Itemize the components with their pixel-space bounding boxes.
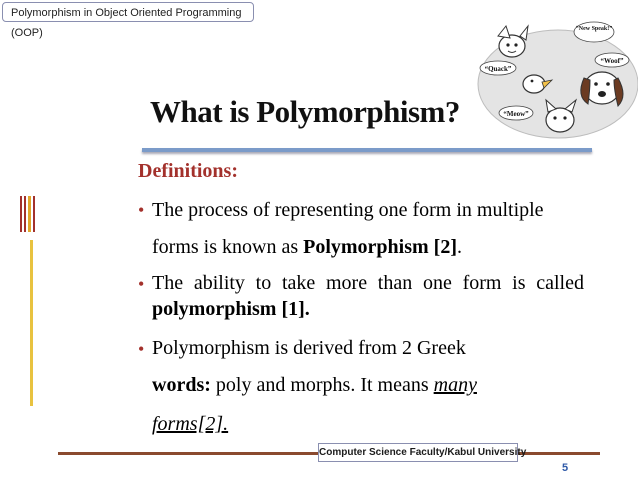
animals-cartoon-illustration: “New Speak!” “Woof” “Quack” “Meow” [477,21,638,139]
course-title-header: Polymorphism in Object Oriented Programm… [2,2,254,39]
affiliation-footer: Computer Science Faculty/Kabul Universit… [318,443,526,462]
bullet-1-line-1: The process of representing one form in … [152,199,544,221]
speech-meow: “Meow” [503,110,529,118]
definitions-heading: Definitions: [138,160,238,182]
bullet-3-marker: • [138,339,145,359]
bullet-2-line-1: The ability to take more than one form i… [152,272,584,294]
speech-quack: “Quack” [485,65,512,73]
bullet-1-line-2-text: forms is known as [152,236,304,258]
title-underline-rule [142,148,592,152]
bullet-2-marker: • [138,274,145,294]
affiliation-text: Computer Science Faculty/Kabul Universit… [319,447,527,458]
bullet-3-line-3: forms[2]. [152,413,229,435]
speech-new-speak: “New Speak!” [576,26,613,32]
bullet-1-marker: • [138,200,145,220]
bullet-3-words-label: words: [152,374,211,396]
page-number: 5 [562,462,569,474]
bullet-3-line-2-text: poly and morphs. It means [210,374,434,396]
slide-title: What is Polymorphism? [150,94,460,129]
bullet-3-line-1: Polymorphism is derived from 2 Greek [152,337,466,359]
bullet-3-many-emphasis: many [433,374,477,396]
bullet-2-line-2: polymorphism [1]. [152,298,310,321]
footer-rule-right [518,452,600,455]
speech-woof: “Woof” [601,57,624,65]
bullet-1-line-2: forms is known as Polymorphism [2]. [152,236,462,259]
bullet-2-term: polymorphism [1]. [152,298,310,320]
decorative-left-bars [20,196,42,406]
footer-rule-left [58,452,320,455]
bullet-1-term: Polymorphism [2] [303,236,457,258]
bullet-3-line-2: words: poly and morphs. It means many [152,374,477,397]
bullet-1-period: . [457,236,462,258]
course-title-text: Polymorphism in Object Oriented Programm… [11,7,242,39]
